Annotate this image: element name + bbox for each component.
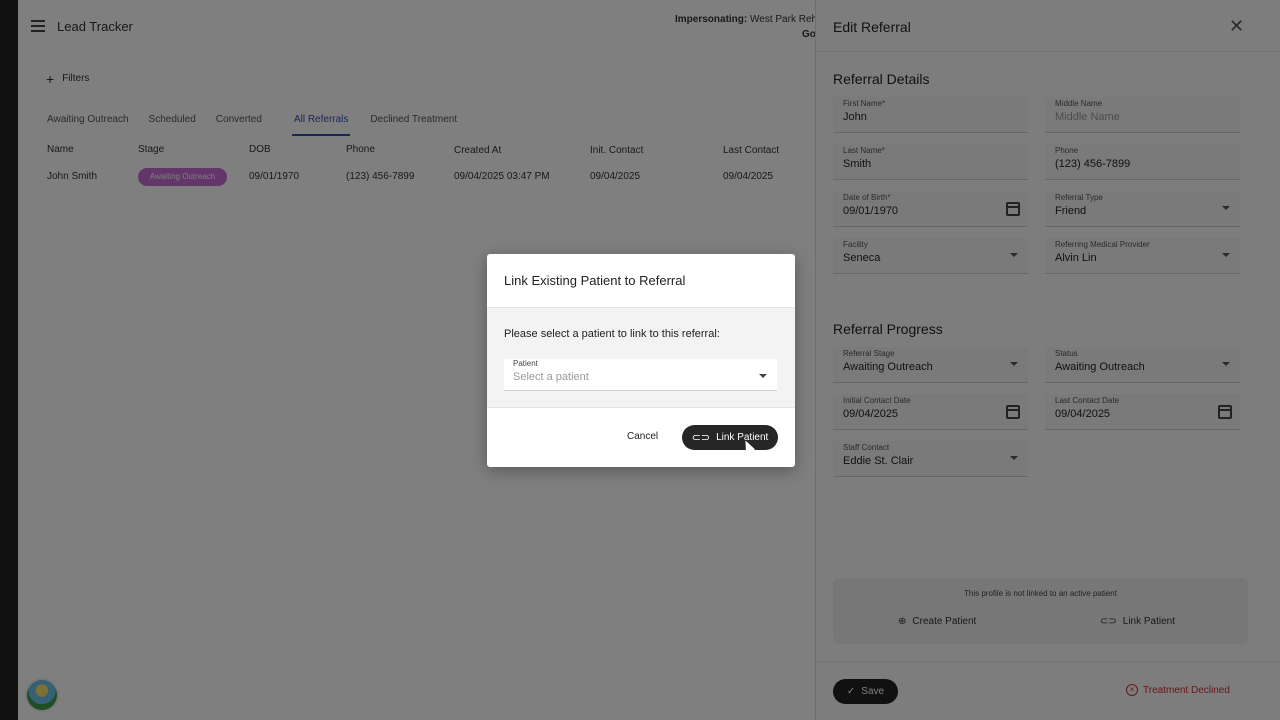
dialog-title: Link Existing Patient to Referral [504,273,686,288]
dialog-prompt: Please select a patient to link to this … [504,328,720,340]
link-patient-dialog: Link Existing Patient to Referral Please… [487,254,795,467]
dialog-body: Please select a patient to link to this … [487,307,795,408]
chevron-down-icon [759,374,767,378]
patient-select-placeholder: Select a patient [513,371,589,383]
page-edge [0,0,18,720]
link-icon: ⊂⊃ [691,432,711,444]
patient-select-label: Patient [513,359,538,368]
app-root: Lead Tracker Impersonating: West Park Re… [0,0,1280,720]
confirm-link-patient-button[interactable]: ⊂⊃ Link Patient [682,425,778,450]
cancel-button[interactable]: Cancel [627,431,658,442]
patient-select[interactable]: Patient Select a patient [504,359,777,391]
